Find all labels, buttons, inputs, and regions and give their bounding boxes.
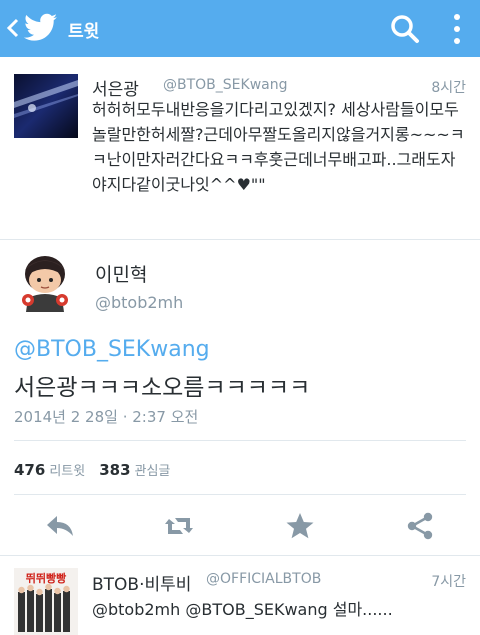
- tweet-datetime: 2014년 2 28일 · 2:37 오전: [14, 408, 199, 426]
- tweet-text: 서은광ㅋㅋㅋ소오름ㅋㅋㅋㅋㅋ: [14, 375, 311, 401]
- tweet-time: 7시간: [431, 574, 466, 590]
- favorite-count[interactable]: 383: [99, 461, 130, 479]
- album-title: 뛰뛰빵빵: [26, 571, 66, 585]
- chevron-left-icon[interactable]: [6, 18, 20, 38]
- tweet-text: @btob2mh @BTOB_SEKwang 설마......: [92, 600, 393, 619]
- engagement-counts: 476 리트윗 383 관심글: [14, 460, 184, 479]
- share-icon[interactable]: [404, 510, 436, 542]
- top-bar: 트윗: [0, 0, 480, 57]
- avatar[interactable]: [14, 250, 76, 314]
- album-cover-image: 뛰뛰빵빵: [14, 568, 78, 635]
- tweet-text: 허허허모두내반응을기다리고있겠지? 세상사람들이모두놀랄만한허세짤?근데아무짤도…: [92, 100, 465, 194]
- search-icon[interactable]: [390, 14, 420, 44]
- tweet-time: 8시간: [431, 80, 466, 96]
- author-handle[interactable]: @btob2mh: [95, 293, 183, 312]
- more-vertical-icon[interactable]: [450, 12, 464, 46]
- author-name[interactable]: BTOB·비투비: [92, 570, 191, 595]
- favorite-label[interactable]: 관심글: [135, 464, 171, 479]
- page-title: 트윗: [68, 22, 100, 42]
- divider: [14, 440, 466, 441]
- divider: [14, 494, 466, 495]
- reply-icon[interactable]: [44, 510, 76, 542]
- tweet-previous[interactable]: 서은광 @BTOB_SEKwang 8시간 허허허모두내반응을기다리고있겠지? …: [0, 57, 480, 240]
- author-name[interactable]: 이민혁: [95, 260, 147, 287]
- star-icon[interactable]: [284, 510, 316, 542]
- twitter-bird-icon: [24, 13, 57, 41]
- mention-link[interactable]: @BTOB_SEKwang: [14, 337, 210, 362]
- retweet-count[interactable]: 476: [14, 461, 45, 479]
- author-handle[interactable]: @OFFICIALBTOB: [206, 571, 321, 587]
- author-handle[interactable]: @BTOB_SEKwang: [163, 77, 287, 93]
- retweet-label[interactable]: 리트윗: [49, 464, 85, 479]
- tweet-next[interactable]: 뛰뛰빵빵 BTOB·비투비 @OFFICIALBTOB 7시간 @btob2mh…: [0, 556, 480, 635]
- avatar[interactable]: [14, 74, 78, 138]
- retweet-icon[interactable]: [163, 510, 195, 542]
- avatar[interactable]: 뛰뛰빵빵: [14, 568, 78, 635]
